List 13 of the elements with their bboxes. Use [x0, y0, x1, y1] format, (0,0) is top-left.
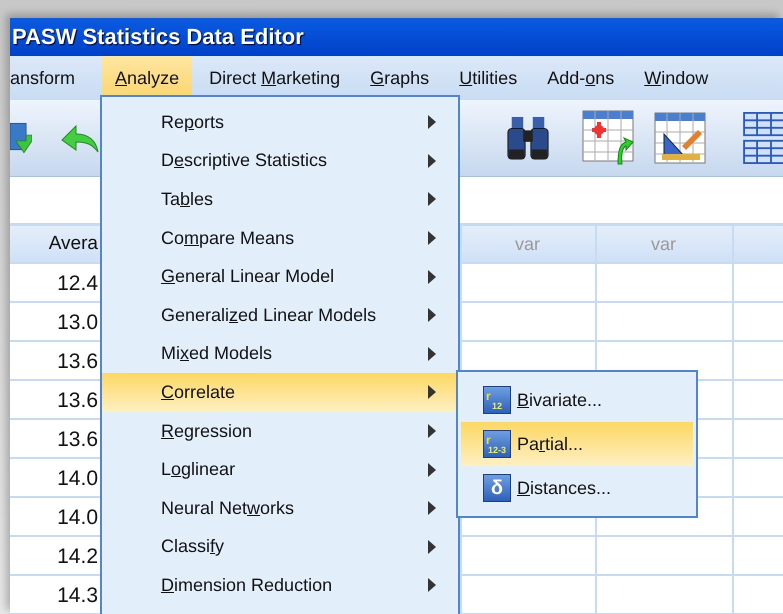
statistic-icon: δ	[483, 474, 511, 502]
table-cell-text: 13.6	[56, 388, 99, 414]
table-cell-text: 14.0	[56, 466, 99, 492]
window-title: PASW Statistics Data Editor	[11, 24, 304, 50]
table-cell-text: 14.0	[56, 505, 99, 531]
table-cell-text: 14.2	[56, 544, 99, 570]
table-cell-text: 13.6	[56, 427, 99, 453]
table-cell-text: 13.6	[56, 349, 99, 375]
statistic-icon: r 12	[483, 386, 511, 414]
table-cell-text: 12.4	[56, 271, 99, 297]
table-cell-text: 13.0	[56, 310, 99, 336]
statistic-icon: r 12-3	[483, 430, 511, 458]
table-cell-text: 14.3	[56, 583, 99, 609]
